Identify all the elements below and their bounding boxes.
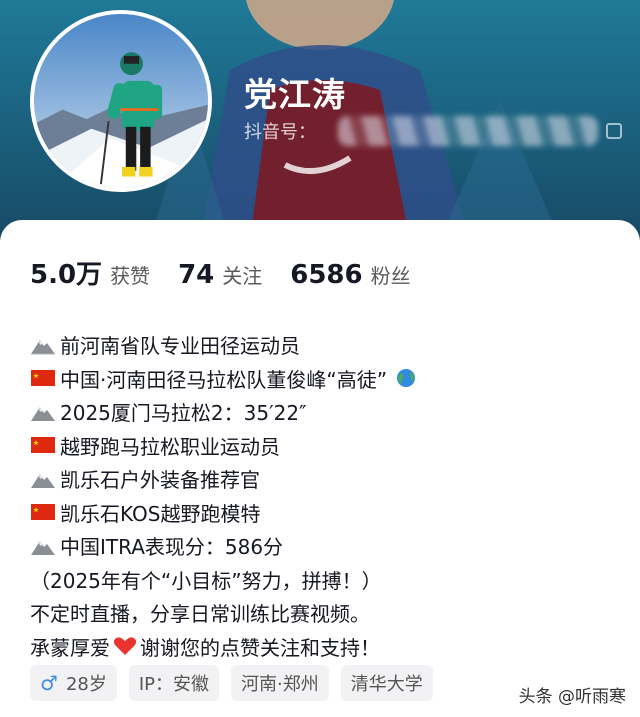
- display-name: 党江涛: [244, 75, 346, 114]
- bio-text: 谢谢您的点赞关注和支持！: [140, 635, 380, 660]
- tag-age[interactable]: ♂ 28岁: [30, 665, 117, 701]
- tag-school[interactable]: 清华大学: [340, 665, 433, 701]
- globe-icon: [393, 368, 419, 388]
- bio-line: 中国ITRA表现分：586分: [30, 529, 620, 563]
- watermark-text: 头条 @听雨寒: [518, 687, 626, 707]
- mountain-icon: [30, 536, 56, 556]
- bio-line: 中国·河南田径马拉松队董俊峰“高徒”: [30, 362, 620, 396]
- bio-line: 前河南省队专业田径运动员: [30, 328, 620, 362]
- bio-line: （2025年有个“小目标”努力，拼搏！）: [30, 563, 620, 597]
- profile-tags: ♂ 28岁 IP：安徽 河南·郑州 清华大学: [30, 665, 445, 701]
- avatar-mountaineer-image: [34, 14, 208, 188]
- profile-header-banner: 党江涛 抖音号：: [0, 0, 640, 240]
- douyin-id-label: 抖音号：: [244, 122, 316, 143]
- heart-icon: [112, 636, 138, 656]
- china-flag-icon: [30, 435, 56, 455]
- followers-count: 6586: [290, 260, 363, 290]
- douyin-id-blurred-value: [338, 116, 598, 146]
- mountain-icon: [30, 335, 56, 355]
- bio-text: 中国·河南田径马拉松队董俊峰“高徒”: [60, 367, 388, 392]
- stat-likes[interactable]: 5.0万 获赞: [30, 254, 150, 291]
- bio-line: 2025厦门马拉松2：35′22″: [30, 395, 620, 429]
- bio-text: 凯乐石户外装备推荐官: [60, 468, 260, 493]
- stats-row: 5.0万 获赞 74 关注 6586 粉丝: [30, 254, 439, 291]
- china-flag-icon: [30, 502, 56, 522]
- male-icon: ♂: [40, 671, 58, 695]
- bio-text: 越野跑马拉松职业运动员: [60, 434, 280, 459]
- bio-text: （2025年有个“小目标”努力，拼搏！）: [30, 568, 382, 593]
- china-flag-icon: [30, 368, 56, 388]
- likes-count: 5.0万: [30, 260, 103, 290]
- bio-text: 前河南省队专业田径运动员: [60, 334, 300, 359]
- stat-followers[interactable]: 6586 粉丝: [290, 260, 410, 290]
- bio-line: 越野跑马拉松职业运动员: [30, 429, 620, 463]
- tag-location-text: 河南·郑州: [241, 674, 319, 695]
- tag-ip-text: IP：安徽: [138, 674, 210, 695]
- watermark: 头条 @听雨寒: [519, 682, 626, 707]
- bio-text: 凯乐石KOS越野跑模特: [60, 501, 261, 526]
- tag-school-text: 清华大学: [350, 674, 423, 695]
- mountain-icon: [30, 402, 56, 422]
- following-count: 74: [178, 260, 215, 290]
- avatar[interactable]: [30, 10, 212, 192]
- profile-info-card: 5.0万 获赞 74 关注 6586 粉丝 前河南省队专业田径运动员 中国·河南…: [0, 220, 640, 717]
- douyin-id-row: 抖音号：: [244, 116, 622, 146]
- bio: 前河南省队专业田径运动员 中国·河南田径马拉松队董俊峰“高徒” 2025厦门马拉…: [30, 328, 620, 663]
- bio-text: 承蒙厚爱: [30, 635, 110, 660]
- bio-text: 2025厦门马拉松2：35′22″: [60, 401, 307, 426]
- following-label: 关注: [222, 264, 263, 288]
- tag-ip[interactable]: IP：安徽: [128, 665, 220, 701]
- stat-following[interactable]: 74 关注: [178, 260, 262, 290]
- followers-label: 粉丝: [370, 264, 411, 288]
- bio-line: 凯乐石KOS越野跑模特: [30, 496, 620, 530]
- bio-line: 承蒙厚爱 谢谢您的点赞关注和支持！: [30, 630, 620, 664]
- tag-age-text: 28岁: [65, 674, 107, 695]
- copy-icon[interactable]: [606, 123, 622, 139]
- bio-line: 不定时直播，分享日常训练比赛视频。: [30, 596, 620, 630]
- likes-label: 获赞: [110, 264, 151, 288]
- tag-location[interactable]: 河南·郑州: [231, 665, 329, 701]
- mountain-icon: [30, 469, 56, 489]
- bio-text: 中国ITRA表现分：586分: [60, 535, 284, 560]
- bio-line: 凯乐石户外装备推荐官: [30, 462, 620, 496]
- bio-text: 不定时直播，分享日常训练比赛视频。: [30, 602, 370, 627]
